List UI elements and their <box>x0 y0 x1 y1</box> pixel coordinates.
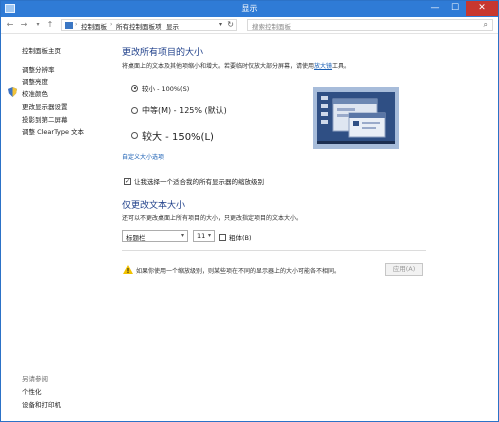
radio-smaller-label: 较小 - 100%(S) <box>142 85 190 93</box>
breadcrumb-all-items[interactable]: 所有控制面板项 <box>116 21 162 31</box>
sidebar-item-resolution[interactable]: 调整分辨率 <box>22 64 55 74</box>
size-section-title: 更改所有项目的大小 <box>122 48 204 58</box>
up-button[interactable]: ↑ <box>45 20 55 30</box>
sidebar: 控制面板主页 调整分辨率 调整亮度 校准颜色 更改显示器设置 投影到第二屏幕 调… <box>1 35 111 421</box>
radio-dot-selected <box>131 84 138 92</box>
search-icon: ⌕ <box>483 20 488 29</box>
search-placeholder: 搜索控制面板 <box>252 23 291 31</box>
divider <box>122 250 426 251</box>
chevron-down-icon[interactable]: ▾ <box>219 21 222 28</box>
forward-button[interactable]: → <box>19 20 29 30</box>
window-title: 显示 <box>241 4 258 13</box>
bold-checkbox[interactable]: 粗体(B) <box>219 232 252 242</box>
scale-level-label: 让我选择一个适合我的所有显示器的缩放级别 <box>134 178 264 186</box>
maximize-button[interactable]: ☐ <box>445 1 465 16</box>
display-window: 显示 — ☐ ✕ ← → ▾ ↑ › 控制面板 › 所有控制面板项 › 显示 ▾… <box>0 0 499 422</box>
apply-button[interactable]: 应用(A) <box>385 263 423 276</box>
sidebar-item-personalization[interactable]: 个性化 <box>22 386 42 396</box>
recent-dropdown-icon[interactable]: ▾ <box>33 20 43 30</box>
radio-larger[interactable]: 较大 - 150%(L) <box>131 128 214 143</box>
warning-text: 如果你使用一个缩放级别，则某些项在不同的显示器上的大小可能各不相同。 <box>136 268 341 275</box>
breadcrumb-display[interactable]: 显示 <box>166 21 179 31</box>
address-bar: ← → ▾ ↑ › 控制面板 › 所有控制面板项 › 显示 ▾ ↻ 搜索控制面板… <box>1 17 498 34</box>
display-preview-image <box>313 87 399 149</box>
radio-dot <box>131 132 138 139</box>
checkbox-checked: ✓ <box>124 177 131 185</box>
sidebar-item-devices-printers[interactable]: 设备和打印机 <box>22 399 61 409</box>
scale-level-checkbox[interactable]: ✓ 让我选择一个适合我的所有显示器的缩放级别 <box>124 176 264 186</box>
breadcrumb-separator: › <box>75 21 78 28</box>
element-select-value: 标题栏 <box>126 234 146 242</box>
magnifier-link[interactable]: 放大镜 <box>314 63 332 70</box>
sidebar-item-cleartype[interactable]: 调整 ClearType 文本 <box>22 126 84 136</box>
chevron-down-icon: ▾ <box>180 232 184 239</box>
back-button[interactable]: ← <box>5 20 15 30</box>
breadcrumb-separator: › <box>159 21 162 28</box>
sidebar-item-project-second-screen[interactable]: 投影到第二屏幕 <box>22 114 68 124</box>
chevron-down-icon: ▾ <box>207 232 211 239</box>
warning-icon <box>123 265 133 274</box>
shield-icon <box>8 87 17 97</box>
radio-smaller[interactable]: 较小 - 100%(S) <box>131 83 189 93</box>
breadcrumb-control-panel[interactable]: 控制面板 <box>81 21 107 31</box>
text-section-title: 仅更改文本大小 <box>122 201 186 211</box>
close-button[interactable]: ✕ <box>466 1 498 16</box>
custom-sizing-link[interactable]: 自定义大小选项 <box>122 152 164 161</box>
sidebar-item-brightness[interactable]: 调整亮度 <box>22 76 48 86</box>
text-description: 还可以不更改桌面上所有项目的大小，只更改指定项目的文本大小。 <box>122 215 303 222</box>
radio-medium[interactable]: 中等(M) - 125% (默认) <box>131 105 227 116</box>
title-bar[interactable]: 显示 — ☐ ✕ <box>1 1 498 17</box>
search-input[interactable]: 搜索控制面板 ⌕ <box>247 19 493 31</box>
breadcrumb[interactable]: › 控制面板 › 所有控制面板项 › 显示 ▾ ↻ <box>61 19 237 31</box>
radio-larger-label: 较大 - 150%(L) <box>142 132 214 143</box>
radio-dot <box>131 107 138 114</box>
main-content: 更改所有项目的大小 将桌面上的文本及其他项缩小和增大。若要临时仅放大部分屏幕，请… <box>122 35 498 421</box>
control-panel-home-link[interactable]: 控制面板主页 <box>22 45 61 55</box>
sidebar-item-display-settings[interactable]: 更改显示器设置 <box>22 101 68 111</box>
see-also-heading: 另请参阅 <box>22 375 48 383</box>
control-panel-icon <box>65 22 73 29</box>
sidebar-item-calibrate-color[interactable]: 校准颜色 <box>22 88 48 98</box>
bold-label: 粗体(B) <box>229 234 252 242</box>
size-description: 将桌面上的文本及其他项缩小和增大。若要临时仅放大部分屏幕，请使用放大镜工具。 <box>122 63 351 70</box>
font-size-select-value: 11 <box>197 232 206 240</box>
element-select[interactable]: 标题栏 ▾ <box>122 230 188 242</box>
refresh-icon[interactable]: ↻ <box>227 20 234 29</box>
checkbox-unchecked <box>219 233 226 241</box>
minimize-button[interactable]: — <box>425 1 445 16</box>
font-size-select[interactable]: 11 ▾ <box>193 230 215 242</box>
radio-medium-label: 中等(M) - 125% (默认) <box>142 106 227 115</box>
breadcrumb-separator: › <box>110 21 113 28</box>
